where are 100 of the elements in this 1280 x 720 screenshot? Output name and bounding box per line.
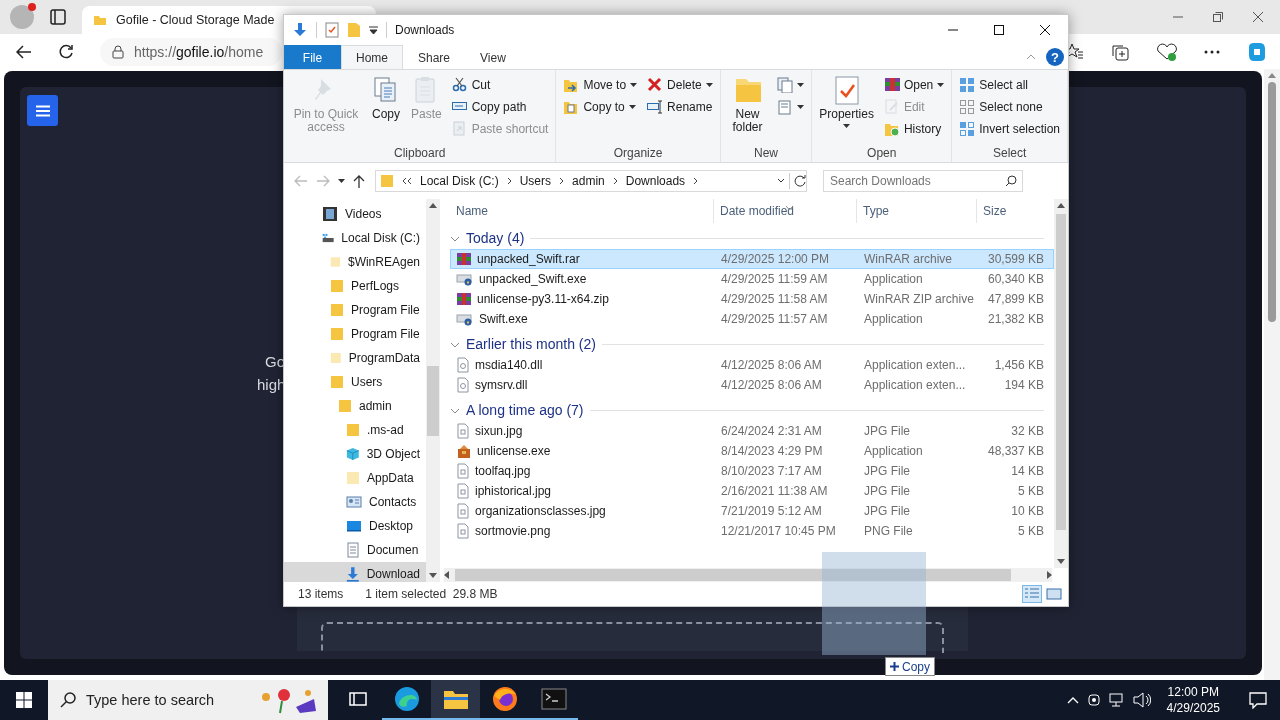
column-header[interactable]: Name (450, 199, 714, 223)
ribbon-button[interactable]: Rename (644, 97, 716, 117)
scrollbar[interactable] (1054, 199, 1068, 568)
archive-icon (456, 251, 472, 267)
ribbon-button[interactable]: Delete (644, 75, 716, 95)
network-icon (1108, 692, 1125, 708)
ribbon-button[interactable]: New folder (724, 73, 771, 146)
breadcrumb[interactable]: Downloads (625, 173, 686, 188)
search-field[interactable]: Search Downloads (823, 169, 1023, 192)
reload-icon (58, 43, 74, 60)
file-row[interactable]: toolfaq.jpg 8/10/2023 7:17 AM JPG File 14 KB (450, 461, 1054, 481)
address-field[interactable]: Local Disk (C:) Users admin Downloads (375, 169, 807, 192)
table-cell-text: 4/29/2025 11:59 AM (720, 272, 829, 286)
back-icon (294, 174, 308, 187)
table-cell-text: 4/29/2025 11:58 AM (720, 292, 829, 306)
table-cell-text: 194 KB (1003, 378, 1044, 392)
ribbon-button[interactable]: Properties (816, 73, 877, 146)
ribbon-tab[interactable]: View (465, 45, 521, 69)
nav-item[interactable]: Program File (284, 298, 426, 322)
breadcrumb[interactable]: Users (519, 173, 552, 188)
clock[interactable]: 12:00 PM 4/29/2025 (1158, 684, 1228, 716)
ribbon-tab[interactable]: Share (403, 45, 466, 69)
help-button[interactable]: ? (1046, 48, 1064, 66)
file-row[interactable]: symsrv.dll 4/12/2025 8:06 AM Application exten... 194 KB (450, 375, 1054, 395)
nav-item[interactable]: $WinREAgen (284, 250, 426, 274)
file-row[interactable]: organizationsclasses.jpg 7/21/2019 5:12 AM JPG File 10 KB (450, 501, 1054, 521)
file-row[interactable]: unlicense-py3.11-x64.zip 4/29/2025 11:58 AM WinRAR ZIP archive 47,899 KB (450, 289, 1054, 309)
chevron-up-icon (1066, 696, 1079, 704)
file-row[interactable]: Swift.exe 4/29/2025 11:57 AM Application 21,382 KB (450, 309, 1054, 329)
file-row[interactable]: iphistorical.jpg 2/16/2021 11:38 AM JPG File 5 KB (450, 481, 1054, 501)
column-header[interactable]: Date modified (714, 199, 857, 223)
drop-zone[interactable] (321, 622, 944, 653)
ribbon-tab[interactable]: Home (341, 45, 403, 69)
up-button[interactable] (353, 173, 365, 188)
table-cell-text: PNG File (863, 524, 914, 538)
group-header[interactable]: Earlier this month (2) (466, 336, 596, 352)
scrollbar[interactable] (444, 568, 1052, 582)
nav-item[interactable]: Users (284, 370, 426, 394)
ribbon-button[interactable]: Cut (448, 75, 552, 95)
ribbon-button[interactable]: Copy to (560, 97, 641, 117)
scrollbar-thumb[interactable] (1268, 82, 1276, 322)
column-header[interactable]: Size (977, 199, 1049, 223)
nav-item[interactable]: ProgramData (284, 346, 426, 370)
file-row[interactable]: msdia140.dll 4/12/2025 8:06 AM Application exten... 1,456 KB (450, 355, 1054, 375)
table-cell-text: 30,599 KB (986, 252, 1044, 266)
file-row[interactable]: sixun.jpg 6/24/2024 2:31 AM JPG File 32 KB (450, 421, 1054, 441)
scrollbar-thumb[interactable] (427, 366, 439, 436)
ribbon-button[interactable]: Move to (560, 75, 641, 95)
breadcrumb[interactable]: admin (572, 173, 605, 188)
address-bar[interactable]: https://gofile.io/home (100, 37, 282, 66)
ribbon-button[interactable]: Select none (956, 97, 1063, 117)
ribbon-button[interactable]: Copy (368, 73, 404, 146)
nav-item[interactable]: Local Disk (C:) (284, 226, 426, 250)
breadcrumb[interactable]: Local Disk (C:) (420, 173, 499, 188)
taskbar-search[interactable]: Type here to search (48, 680, 328, 720)
nav-item[interactable]: Videos (284, 202, 426, 226)
table-cell-text: 2/16/2021 11:38 AM (720, 484, 829, 498)
large-icons-view-button[interactable] (1044, 585, 1064, 603)
nav-item[interactable]: Download (284, 562, 426, 582)
table-cell-text: 7/21/2019 5:12 AM (720, 504, 823, 518)
nav-item[interactable]: Contacts (284, 490, 426, 514)
folder-icon (330, 351, 342, 365)
film-icon (322, 206, 338, 222)
collapse-icon (450, 408, 460, 414)
file-row[interactable]: unpacked_Swift.rar 4/29/2025 12:00 PM WinRAR archive 30,599 KB (450, 249, 1054, 269)
nav-item[interactable]: .ms-ad (284, 418, 426, 442)
notification-icon (1249, 691, 1267, 709)
group-header[interactable]: Today (4) (466, 230, 525, 246)
table-cell-text: WinRAR archive (863, 252, 954, 266)
group-header[interactable]: A long time ago (7) (466, 402, 584, 418)
column-header[interactable]: Type (857, 199, 977, 223)
nav-item[interactable]: Program File (284, 322, 426, 346)
file-row[interactable]: sortmovie.png 12/21/2017 10:45 PM PNG File 5 KB (450, 521, 1054, 541)
ribbon-button[interactable]: Copy path (448, 97, 552, 117)
nav-item[interactable]: PerfLogs (284, 274, 426, 298)
nav-item[interactable]: Desktop (284, 514, 426, 538)
scrollbar-thumb[interactable] (1056, 214, 1066, 530)
ribbon-tab[interactable]: File (284, 45, 341, 69)
scrollbar[interactable] (1264, 69, 1280, 680)
ribbon-button[interactable]: Open (880, 75, 948, 95)
ribbon-button[interactable]: Invert selection (956, 119, 1063, 139)
nav-item[interactable]: 3D Object (284, 442, 426, 466)
nav-item[interactable]: admin (284, 394, 426, 418)
profile-avatar[interactable] (10, 5, 34, 29)
nav-item[interactable]: AppData (284, 466, 426, 490)
scrollbar[interactable] (426, 199, 440, 582)
file-row[interactable]: unpacked_Swift.exe 4/29/2025 11:59 AM Application 60,340 KB (450, 269, 1054, 289)
menu-button[interactable] (27, 95, 58, 126)
taskbar-app[interactable] (431, 680, 480, 720)
folder-icon (330, 279, 344, 293)
scrollbar-thumb[interactable] (455, 569, 1011, 581)
group-label: Open (866, 146, 898, 162)
nav-item[interactable]: Documen (284, 538, 426, 562)
caret-icon (338, 178, 345, 183)
table-cell-text: 21,382 KB (986, 312, 1044, 326)
collapse-ribbon-icon (1026, 54, 1036, 60)
table-cell-text: Application exten... (863, 358, 967, 372)
file-row[interactable]: unlicense.exe 8/14/2023 4:29 PM Application 48,337 KB (450, 441, 1054, 461)
ribbon-button[interactable]: Select all (956, 75, 1063, 95)
ribbon-button[interactable]: History (880, 119, 948, 139)
